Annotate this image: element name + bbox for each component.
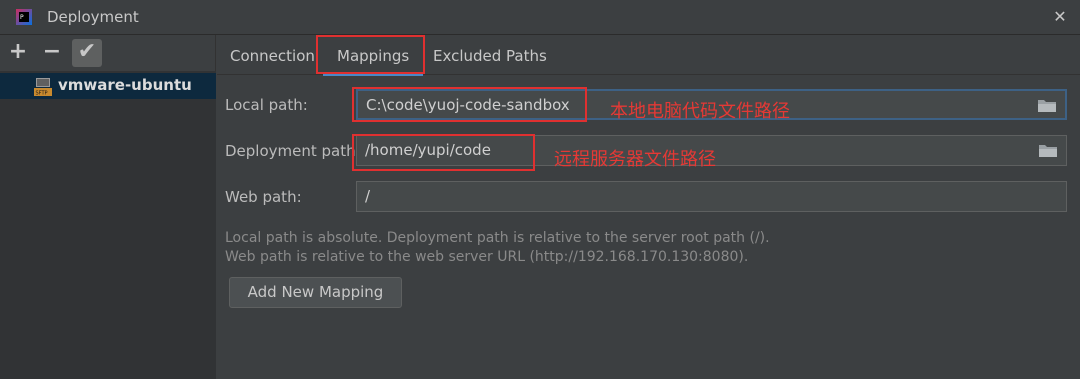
deployment-path-highlight-box xyxy=(352,134,535,171)
web-path-field[interactable]: / xyxy=(356,181,1067,212)
window-title: Deployment xyxy=(47,8,139,26)
local-path-label: Local path: xyxy=(225,96,308,114)
sftp-icon: SFTP xyxy=(34,78,52,97)
hint-line-2: Web path is relative to the web server U… xyxy=(225,249,749,265)
tab-bar: Connection Mappings Excluded Paths xyxy=(217,35,1080,76)
deployment-path-annotation: 远程服务器文件路径 xyxy=(554,149,716,170)
add-new-mapping-button[interactable]: Add New Mapping xyxy=(229,277,402,308)
title-bar: P Deployment ✕ xyxy=(0,0,1080,35)
svg-text:P: P xyxy=(20,14,24,21)
mapping-panel: Connection Mappings Excluded Paths Local… xyxy=(217,35,1080,379)
folder-icon[interactable] xyxy=(1037,97,1057,113)
folder-icon[interactable] xyxy=(1038,142,1058,158)
default-server-button[interactable]: ✔ xyxy=(72,39,102,67)
local-path-highlight-box xyxy=(352,87,587,122)
app-logo-icon: P xyxy=(16,9,32,25)
close-icon[interactable]: ✕ xyxy=(1050,7,1070,27)
tab-highlight-box xyxy=(316,35,425,74)
server-toolbar: + − ✔ xyxy=(0,35,216,71)
server-panel: + − ✔ SFTP vmware-ubuntu xyxy=(0,35,216,379)
svg-text:SFTP: SFTP xyxy=(36,91,48,97)
deployment-path-label: Deployment path: xyxy=(225,142,361,160)
web-path-label: Web path: xyxy=(225,188,302,206)
hint-line-1: Local path is absolute. Deployment path … xyxy=(225,230,770,246)
server-item-vmware-ubuntu[interactable]: SFTP vmware-ubuntu xyxy=(0,73,216,99)
tab-connection[interactable]: Connection xyxy=(230,47,315,65)
web-path-value: / xyxy=(365,187,371,205)
server-label: vmware-ubuntu xyxy=(58,76,192,94)
remove-server-button[interactable]: − xyxy=(38,39,66,67)
server-list: SFTP vmware-ubuntu xyxy=(0,71,216,379)
tab-excluded-paths[interactable]: Excluded Paths xyxy=(433,47,547,65)
local-path-annotation: 本地电脑代码文件路径 xyxy=(610,101,790,122)
add-server-button[interactable]: + xyxy=(4,39,32,67)
